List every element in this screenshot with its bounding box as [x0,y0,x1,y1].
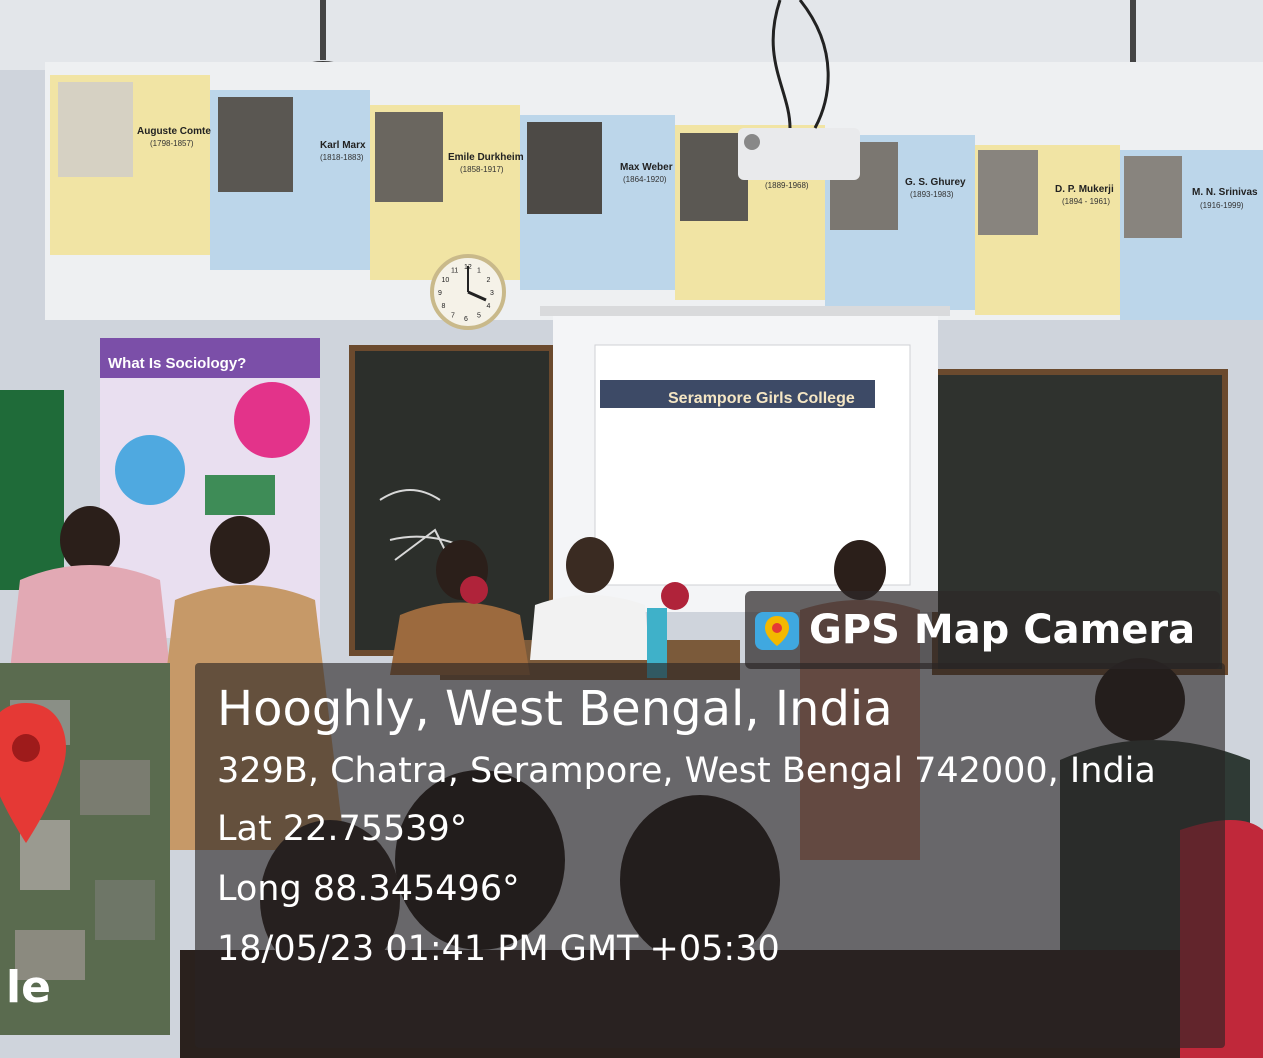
clock-numeral: 1 [477,267,481,274]
clock-numeral: 3 [490,290,494,297]
timestamp-line: 18/05/23 01:41 PM GMT +05:30 [217,929,780,969]
clock-numeral: 8 [441,303,445,310]
latitude-line: Lat 22.75539° [217,809,468,849]
slide-title: Serampore Girls College [668,390,855,407]
gps-map-camera-badge: GPS Map Camera [745,591,1220,669]
clock-numeral: 6 [464,316,468,323]
banner-year: (1864-1920) [623,175,667,184]
clock-numeral: 5 [477,313,481,320]
banner-year: (1858-1917) [460,165,504,174]
address-line: 329B, Chatra, Serampore, West Bengal 742… [217,751,1156,791]
banner-year: (1916-1999) [1200,201,1244,210]
geotag-overlay: Hooghly, West Bengal, India 329B, Chatra… [195,663,1225,1048]
clock-numeral: 7 [451,313,455,320]
clock-numeral: 2 [487,277,491,284]
gps-map-camera-logo-icon [751,604,803,656]
banner-name: Karl Marx [320,140,366,151]
clock-numeral: 4 [487,303,491,310]
map-pin-icon [0,703,66,843]
banner-year: (1818-1883) [320,153,364,162]
banner-year: (1798-1857) [150,139,194,148]
banner-name: Emile Durkheim [448,152,524,163]
minimap-overlay: le [0,663,170,1035]
map-label: le [6,962,51,1013]
longitude-line: Long 88.345496° [217,869,520,909]
place-title: Hooghly, West Bengal, India [217,681,893,737]
clock-numeral: 11 [451,267,458,274]
banner-name: Max Weber [620,162,673,173]
clock-numeral: 12 [464,264,472,271]
banner-name: G. S. Ghurey [905,177,966,188]
banner-year: (1889-1968) [765,181,809,190]
brand-label: GPS Map Camera [809,607,1196,653]
clock-numeral: 10 [441,277,449,284]
clock-numeral: 9 [438,290,442,297]
banner-name: M. N. Srinivas [1192,187,1258,198]
banner-year: (1894 - 1961) [1062,197,1110,206]
banner-name: Auguste Comte [137,126,211,137]
banner-year: (1893-1983) [910,190,954,199]
poster-title: What Is Sociology? [108,355,246,372]
banner-name: D. P. Mukerji [1055,184,1114,195]
